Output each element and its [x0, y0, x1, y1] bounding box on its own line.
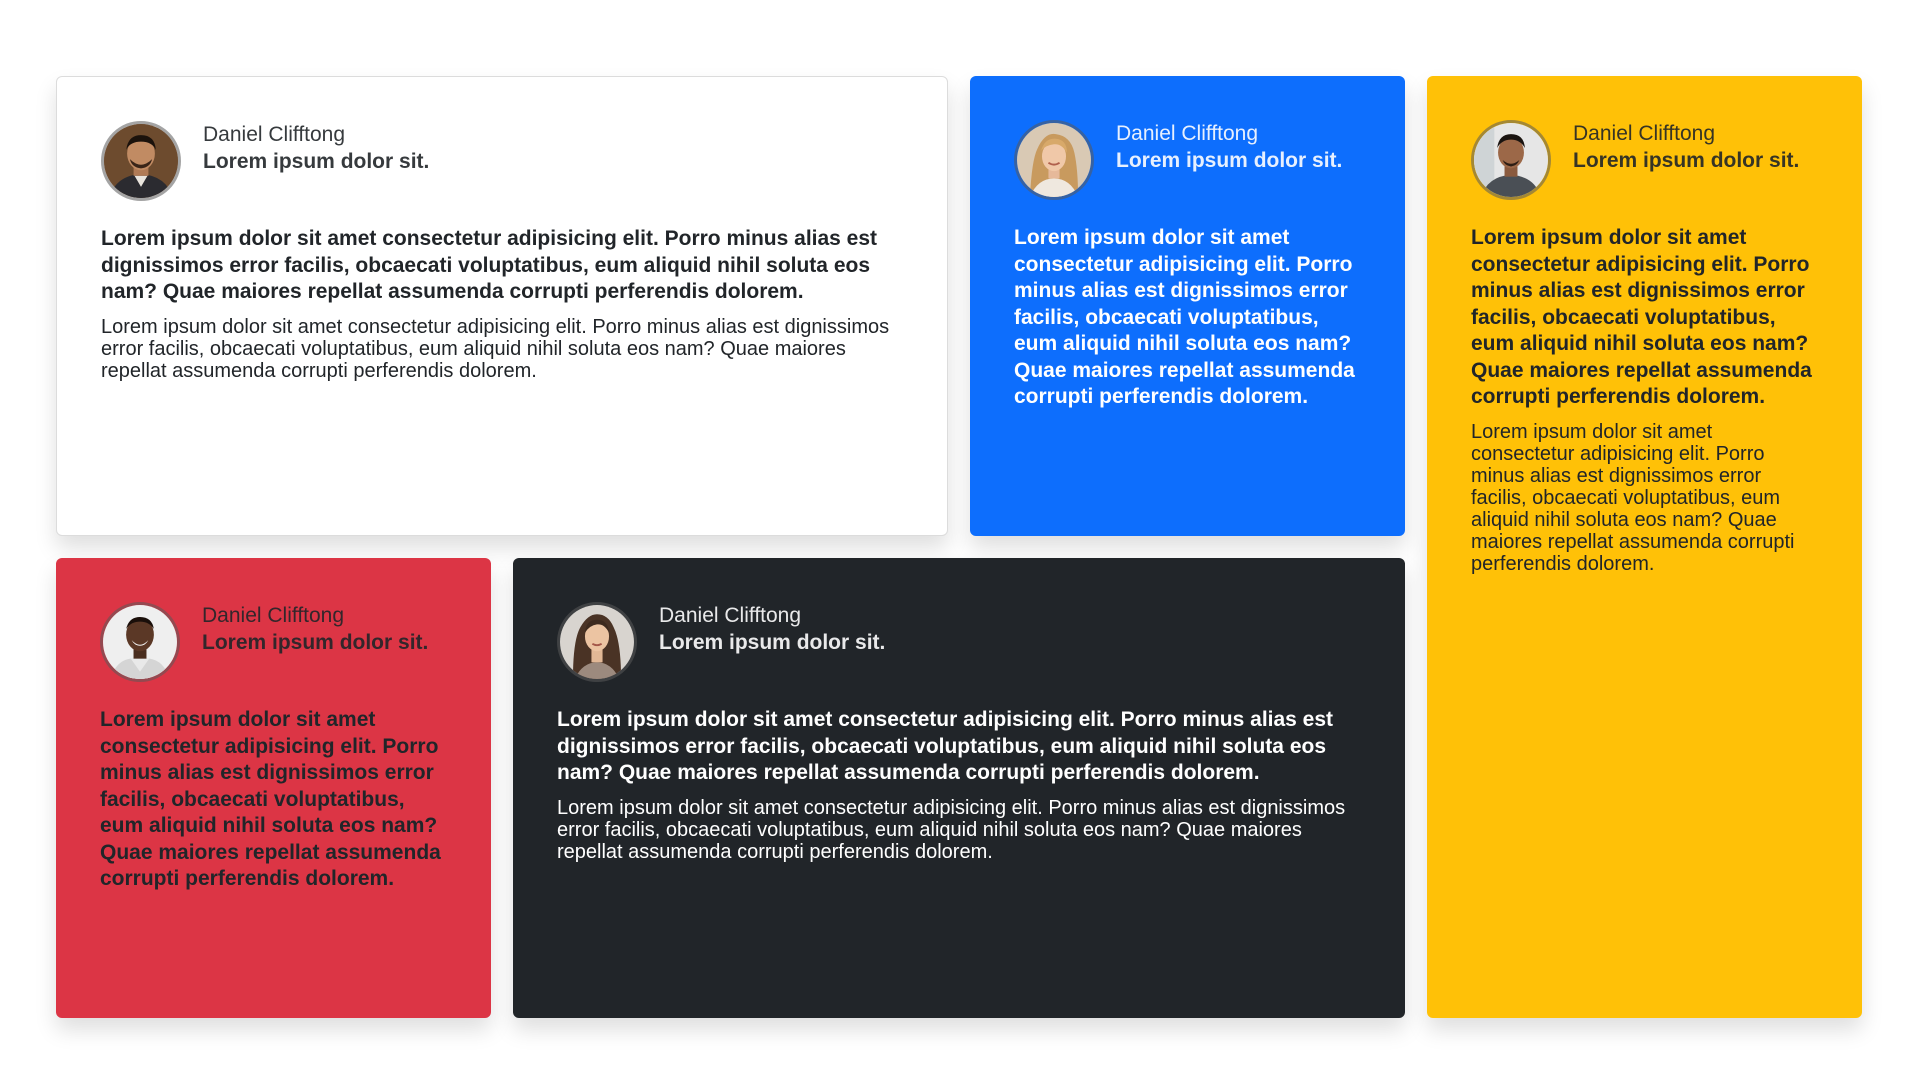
author-info: Daniel Clifftong Lorem ipsum dolor sit.: [202, 602, 428, 656]
testimonial-card-red: Daniel Clifftong Lorem ipsum dolor sit. …: [56, 558, 491, 1018]
author-name: Daniel Clifftong: [203, 123, 346, 146]
author-info: Daniel Clifftong Lorem ipsum dolor sit.: [659, 602, 885, 656]
author-info: Daniel Clifftong Lorem ipsum dolor sit.: [203, 121, 429, 175]
testimonial-card-yellow: Daniel Clifftong Lorem ipsum dolor sit. …: [1427, 76, 1862, 1018]
card-header: Daniel Clifftong Lorem ipsum dolor sit.: [1014, 120, 1361, 200]
author-name: Daniel Clifftong: [202, 604, 345, 627]
testimonial-card-blue: Daniel Clifftong Lorem ipsum dolor sit. …: [970, 76, 1405, 536]
author-role: Lorem ipsum dolor sit.: [1573, 149, 1800, 172]
testimonial-lead-text: Lorem ipsum dolor sit amet consectetur a…: [1471, 226, 1812, 408]
testimonial-lead-text: Lorem ipsum dolor sit amet consectetur a…: [100, 708, 441, 890]
testimonial-card-dark: Daniel Clifftong Lorem ipsum dolor sit. …: [513, 558, 1405, 1018]
testimonial-card-white: Daniel Clifftong Lorem ipsum dolor sit. …: [56, 76, 948, 536]
testimonial-body-text: Lorem ipsum dolor sit amet consectetur a…: [1471, 420, 1795, 575]
author-role: Lorem ipsum dolor sit.: [203, 150, 430, 173]
author-role: Lorem ipsum dolor sit.: [202, 631, 429, 654]
author-role: Lorem ipsum dolor sit.: [659, 631, 886, 654]
avatar-woman-brunette: [557, 602, 637, 682]
testimonial-body-text: Lorem ipsum dolor sit amet consectetur a…: [101, 315, 890, 382]
author-role: Lorem ipsum dolor sit.: [1116, 149, 1343, 172]
avatar-man-suit: [101, 121, 181, 201]
avatar-woman-blonde: [1014, 120, 1094, 200]
testimonial-body-text: Lorem ipsum dolor sit amet consectetur a…: [557, 796, 1346, 863]
testimonial-lead-text: Lorem ipsum dolor sit amet consectetur a…: [1014, 226, 1355, 408]
author-info: Daniel Clifftong Lorem ipsum dolor sit.: [1116, 120, 1342, 174]
avatar-man-casual: [1471, 120, 1551, 200]
avatar-man-smiling: [100, 602, 180, 682]
testimonial-lead-text: Lorem ipsum dolor sit amet consectetur a…: [557, 708, 1334, 784]
author-name: Daniel Clifftong: [1116, 122, 1259, 145]
card-header: Daniel Clifftong Lorem ipsum dolor sit.: [557, 602, 1361, 682]
author-info: Daniel Clifftong Lorem ipsum dolor sit.: [1573, 120, 1799, 174]
author-name: Daniel Clifftong: [659, 604, 802, 627]
testimonial-lead-text: Lorem ipsum dolor sit amet consectetur a…: [101, 227, 878, 303]
card-header: Daniel Clifftong Lorem ipsum dolor sit.: [101, 121, 903, 201]
card-header: Daniel Clifftong Lorem ipsum dolor sit.: [1471, 120, 1818, 200]
author-name: Daniel Clifftong: [1573, 122, 1716, 145]
testimonial-grid: Daniel Clifftong Lorem ipsum dolor sit. …: [56, 76, 1862, 1018]
card-header: Daniel Clifftong Lorem ipsum dolor sit.: [100, 602, 447, 682]
